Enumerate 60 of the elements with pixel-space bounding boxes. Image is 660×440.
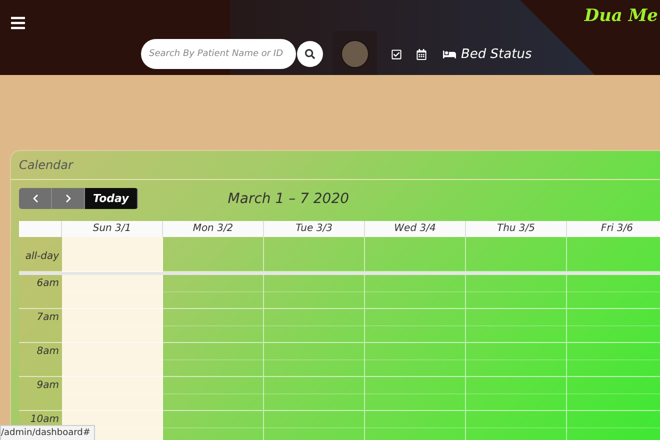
- search-button[interactable]: [297, 41, 323, 67]
- time-label: all-day: [19, 237, 62, 272]
- day-header: Tue 3/3: [264, 221, 365, 237]
- menu-icon[interactable]: [10, 16, 26, 30]
- time-slot[interactable]: [264, 377, 365, 411]
- time-slot[interactable]: [264, 411, 365, 440]
- time-slot[interactable]: [163, 411, 264, 440]
- time-slot[interactable]: [365, 343, 466, 377]
- header-cell: [19, 221, 62, 237]
- day-cell[interactable]: [466, 237, 567, 272]
- time-slot[interactable]: [62, 309, 163, 343]
- time-label: 6am: [19, 275, 62, 309]
- bed-icon: [443, 48, 456, 60]
- time-slot[interactable]: [264, 343, 365, 377]
- today-button[interactable]: Today: [85, 188, 138, 209]
- search-icon: [305, 49, 315, 59]
- day-cell[interactable]: [62, 237, 163, 272]
- panel-title: Calendar: [11, 151, 660, 180]
- brand-title: Dua Me: [584, 6, 659, 28]
- time-slot[interactable]: [365, 377, 466, 411]
- previous-button[interactable]: [19, 188, 52, 209]
- avatar-icon: [341, 40, 369, 68]
- time-slot[interactable]: [264, 275, 365, 309]
- url-tooltip: /admin/dashboard#: [0, 425, 96, 440]
- next-button[interactable]: [52, 188, 85, 209]
- time-slot[interactable]: [365, 309, 466, 343]
- day-header: Wed 3/4: [365, 221, 466, 237]
- bed-status-link[interactable]: Bed Status: [443, 46, 532, 62]
- time-slot[interactable]: [62, 377, 163, 411]
- checkbox-icon[interactable]: [391, 48, 402, 60]
- time-slot[interactable]: [466, 275, 567, 309]
- day-cell[interactable]: [264, 237, 365, 272]
- time-slot[interactable]: [163, 377, 264, 411]
- time-slot[interactable]: [62, 275, 163, 309]
- time-slot[interactable]: [466, 377, 567, 411]
- time-label: 9am: [19, 377, 62, 411]
- time-slot[interactable]: [466, 343, 567, 377]
- day-header: Sun 3/1: [62, 221, 163, 237]
- calendar-icon[interactable]: [416, 48, 427, 60]
- time-slot[interactable]: [365, 275, 466, 309]
- chevron-left-icon: [30, 194, 40, 203]
- time-slot[interactable]: [163, 343, 264, 377]
- chevron-right-icon: [64, 194, 72, 203]
- time-slot[interactable]: [466, 411, 567, 440]
- time-label: 7am: [19, 309, 62, 343]
- day-cell[interactable]: [163, 237, 264, 272]
- time-slot[interactable]: [62, 343, 163, 377]
- time-slot[interactable]: [264, 309, 365, 343]
- time-slot[interactable]: [365, 411, 466, 440]
- date-range-title: March 1 – 7 2020: [228, 190, 350, 206]
- day-cell[interactable]: [365, 237, 466, 272]
- time-slot[interactable]: [163, 275, 264, 309]
- time-slot[interactable]: [466, 309, 567, 343]
- time-label: 8am: [19, 343, 62, 377]
- avatar[interactable]: [333, 31, 377, 75]
- search-field[interactable]: Search By Patient Name or ID: [141, 39, 296, 69]
- day-header: Thu 3/5: [466, 221, 567, 237]
- day-header: Mon 3/2: [163, 221, 264, 237]
- day-header: Fri 3/6: [567, 221, 660, 237]
- time-slot[interactable]: [163, 309, 264, 343]
